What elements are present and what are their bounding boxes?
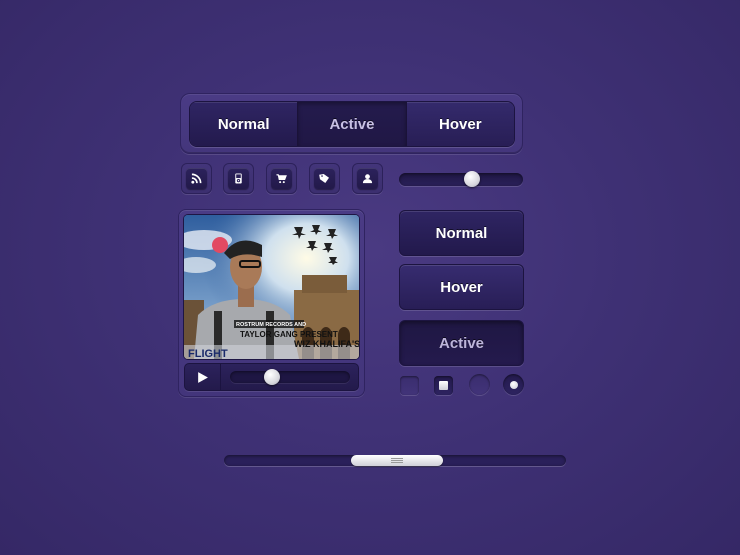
play-button[interactable] <box>185 364 221 390</box>
grip-icon <box>390 458 403 463</box>
seek-knob[interactable] <box>264 369 281 385</box>
rss-icon <box>191 173 202 184</box>
ipod-button[interactable] <box>223 163 254 194</box>
cart-icon <box>276 174 287 184</box>
segment-normal[interactable]: Normal <box>190 102 298 146</box>
radio-dot <box>509 380 518 389</box>
media-player: ROSTRUM RECORDS AND TAYLOR GANG PRESENT … <box>178 209 365 397</box>
segment-hover[interactable]: Hover <box>406 102 514 146</box>
radio-unchecked[interactable] <box>469 374 490 395</box>
rss-button[interactable] <box>181 163 212 194</box>
scrollbar-thumb[interactable] <box>350 455 443 466</box>
cover-text-line1: ROSTRUM RECORDS AND <box>236 322 306 328</box>
horizontal-scrollbar[interactable] <box>224 455 566 466</box>
tag-icon <box>319 173 330 184</box>
album-art: ROSTRUM RECORDS AND TAYLOR GANG PRESENT … <box>184 215 359 359</box>
tag-button[interactable] <box>309 163 340 194</box>
segmented-control: Normal Active Hover <box>180 93 523 154</box>
seek-bar[interactable] <box>230 369 350 385</box>
cover-text-line2: TAYLOR GANG PRESENT <box>240 330 338 339</box>
user-button[interactable] <box>352 163 383 194</box>
play-icon <box>198 371 208 383</box>
button-normal[interactable]: Normal <box>399 210 524 256</box>
ipod-icon <box>235 173 242 184</box>
button-active[interactable]: Active <box>399 320 524 366</box>
checkbox-checkmark <box>439 381 448 390</box>
album-cover: ROSTRUM RECORDS AND TAYLOR GANG PRESENT … <box>184 215 359 359</box>
checkbox-unchecked[interactable] <box>400 376 419 395</box>
cart-button[interactable] <box>266 163 297 194</box>
cover-artist: WIZ KHALIFA'S <box>294 339 359 349</box>
user-icon <box>362 174 373 184</box>
radio-checked[interactable] <box>503 374 524 395</box>
slider-knob[interactable] <box>463 171 480 187</box>
segmented-control-track: Normal Active Hover <box>189 101 515 147</box>
button-hover[interactable]: Hover <box>399 264 524 310</box>
player-controls <box>184 363 359 391</box>
cover-title: FLIGHT <box>188 348 228 359</box>
checkbox-checked[interactable] <box>434 376 453 395</box>
volume-slider[interactable] <box>399 171 523 187</box>
segment-active[interactable]: Active <box>297 102 407 146</box>
